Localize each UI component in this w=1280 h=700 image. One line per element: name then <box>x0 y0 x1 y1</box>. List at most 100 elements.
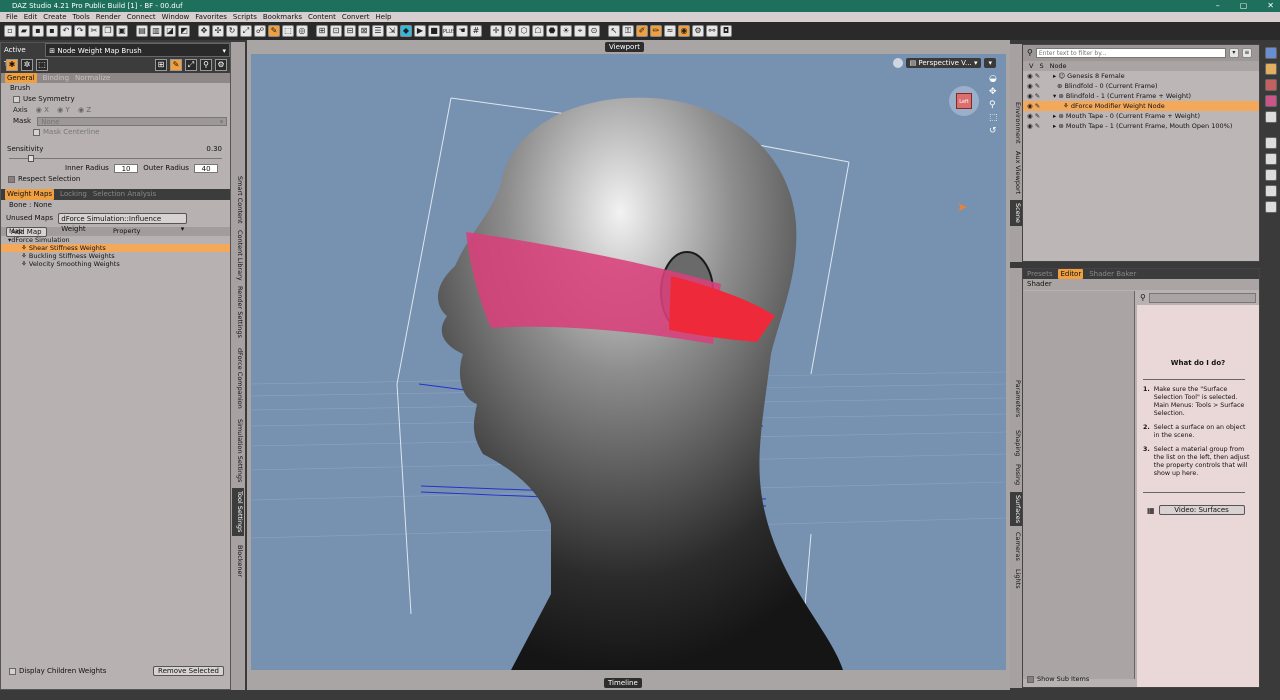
list-item[interactable]: ◉ ✎ ⊛ Blindfold - 0 (Current Frame) <box>1023 81 1259 91</box>
video-surfaces-button[interactable]: Video: Surfaces <box>1158 505 1245 515</box>
inner-radius-input[interactable]: 10 <box>114 163 139 173</box>
menu-connect[interactable]: Connect <box>124 12 159 22</box>
tab-tool-settings[interactable]: Tool Settings <box>232 488 244 536</box>
new-file-icon[interactable]: ▫ <box>4 25 16 37</box>
visibility-icon[interactable]: ◉ ✎ <box>1027 81 1040 91</box>
paint-icon[interactable]: ◉ <box>678 25 690 37</box>
mask-centerline-checkbox[interactable] <box>33 128 40 136</box>
menu-create[interactable]: Create <box>40 12 69 22</box>
brush-mirror-icon[interactable]: ⊞ <box>155 59 167 71</box>
visibility-icon[interactable]: ◉ ✎ <box>1027 101 1040 111</box>
figure-setup-icon[interactable]: ☖ <box>532 25 544 37</box>
axis-y-radio[interactable]: ◉ Y <box>57 106 70 114</box>
export-icon[interactable] <box>1265 137 1277 149</box>
primitive-icon[interactable]: ⬣ <box>546 25 558 37</box>
undo-icon[interactable]: ↶ <box>60 25 72 37</box>
menu-tools[interactable]: Tools <box>70 12 93 22</box>
brush-falloff-icon[interactable]: ⤢ <box>185 59 197 71</box>
log-icon[interactable] <box>1265 111 1277 123</box>
tab-shaping[interactable]: Shaping <box>1010 428 1022 458</box>
brush-fill-icon[interactable]: ✎ <box>170 59 182 71</box>
universal-tool-icon[interactable]: ✥ <box>198 25 210 37</box>
tab-environment[interactable]: Environment <box>1010 98 1022 148</box>
visibility-icon[interactable]: ◉ ✎ <box>1027 91 1040 101</box>
spot-render-icon[interactable]: ◪ <box>164 25 176 37</box>
tab-simulation-settings[interactable]: Simulation Settings <box>232 418 244 484</box>
camera-select[interactable]: ▤ Perspective V... ▾ <box>905 58 982 68</box>
grid-icon[interactable]: # <box>470 25 482 37</box>
sensitivity-slider-handle[interactable] <box>28 155 34 162</box>
map-group-row[interactable]: ▾dForce Simulation <box>1 236 230 244</box>
parent-icon[interactable]: ⊡ <box>330 25 342 37</box>
tab-content-library[interactable]: Content Library <box>232 228 244 282</box>
scene-filter-input[interactable] <box>1035 48 1226 58</box>
node-select-icon[interactable]: ⬚ <box>282 25 294 37</box>
viewport-canvas[interactable]: ▤ Perspective V... ▾ ▾ Left ◒ ✥ ⚲ ⬚ ↺ ➤ <box>251 54 1006 670</box>
tab-cameras[interactable]: Cameras <box>1010 530 1022 562</box>
brush-pin-icon[interactable]: ⚲ <box>200 59 212 71</box>
render-settings-icon[interactable]: ▥ <box>150 25 162 37</box>
snap-icon[interactable]: ⇲ <box>386 25 398 37</box>
minimize-icon[interactable]: – <box>1216 0 1220 12</box>
lock-icon[interactable]: ⚿ <box>622 25 634 37</box>
script-icon[interactable] <box>1265 169 1277 181</box>
scene-menu-icon[interactable]: ≡ <box>1241 48 1252 58</box>
zoom-icon[interactable]: ⚲ <box>989 100 1001 110</box>
tab-lights[interactable]: Lights <box>1010 566 1022 592</box>
hand-icon[interactable]: ☚ <box>456 25 468 37</box>
brush-smooth-icon[interactable]: ✲ <box>21 59 33 71</box>
filter-options-icon[interactable]: ▾ <box>1228 48 1239 58</box>
smooth-icon[interactable]: ≈ <box>664 25 676 37</box>
menu-scripts[interactable]: Scripts <box>230 12 260 22</box>
menu-file[interactable]: File <box>3 12 21 22</box>
brush-tool-icon[interactable]: ✐ <box>636 25 648 37</box>
weight-map-icon[interactable]: ✏ <box>650 25 662 37</box>
viewport-menu-button[interactable]: ▾ <box>984 58 996 68</box>
save-as-icon[interactable]: ▪ <box>46 25 58 37</box>
surface-select-icon[interactable]: ◎ <box>296 25 308 37</box>
spotlight-icon[interactable]: ⊙ <box>588 25 600 37</box>
render-library-icon[interactable] <box>1265 47 1277 59</box>
brush-select-icon[interactable]: ⬚ <box>36 59 48 71</box>
joint-editor-icon[interactable]: ⚲ <box>504 25 516 37</box>
menu-content[interactable]: Content <box>305 12 339 22</box>
visibility-icon[interactable]: ◉ ✎ <box>1027 121 1040 131</box>
redo-icon[interactable]: ↷ <box>74 25 86 37</box>
brush-options-icon[interactable]: ⚙ <box>215 59 227 71</box>
table-row[interactable]: ⚘ Buckling Stiffness Weights <box>1 252 230 260</box>
scale-tool-icon[interactable]: ⤢ <box>240 25 252 37</box>
mask-select[interactable]: None ▾ <box>37 116 228 126</box>
simulate-icon[interactable]: ▶ <box>414 25 426 37</box>
tab-aux-viewport[interactable]: Aux Viewport <box>1010 150 1022 196</box>
scene-node-icon[interactable]: ⊞ <box>316 25 328 37</box>
group-icon[interactable]: ⊠ <box>358 25 370 37</box>
tab-presets[interactable]: Presets <box>1027 269 1052 279</box>
property-filter-input[interactable] <box>1148 293 1256 303</box>
remove-selected-button[interactable]: Remove Selected <box>153 666 224 676</box>
settings-icon[interactable]: ⚙ <box>692 25 704 37</box>
show-sub-items-checkbox[interactable] <box>1027 675 1034 683</box>
table-row[interactable]: ⚘ Shear Stiffness Weights <box>1 244 230 252</box>
view-options-icon[interactable] <box>892 58 903 68</box>
maximize-icon[interactable]: ▢ <box>1240 0 1248 12</box>
respect-selection-checkbox[interactable] <box>8 175 15 183</box>
menu-help[interactable]: Help <box>373 12 395 22</box>
light-icon[interactable]: ☀ <box>560 25 572 37</box>
camera-icon[interactable]: ⌖ <box>574 25 586 37</box>
brush-paint-icon[interactable]: ✱ <box>6 59 18 71</box>
clear-sim-icon[interactable]: ■ <box>428 25 440 37</box>
asset-icon[interactable] <box>1265 63 1277 75</box>
orbit-icon[interactable]: ◒ <box>989 74 1001 84</box>
tab-blockener[interactable]: Blockener <box>232 542 244 580</box>
dforce-icon[interactable]: ◆ <box>400 25 412 37</box>
paste-icon[interactable]: ▣ <box>116 25 128 37</box>
color-icon[interactable] <box>1265 95 1277 107</box>
list-item[interactable]: ◉ ✎ ⚘ dForce Modifier Weight Node <box>1023 101 1259 111</box>
open-file-icon[interactable]: ▰ <box>18 25 30 37</box>
tab-scene[interactable]: Scene <box>1010 200 1022 226</box>
cut-icon[interactable]: ✂ <box>88 25 100 37</box>
tab-weight-maps[interactable]: Weight Maps <box>5 189 55 200</box>
view-cube[interactable]: Left <box>949 86 979 116</box>
close-icon[interactable]: ✕ <box>1267 0 1274 12</box>
visibility-icon[interactable]: ◉ ✎ <box>1027 71 1040 81</box>
